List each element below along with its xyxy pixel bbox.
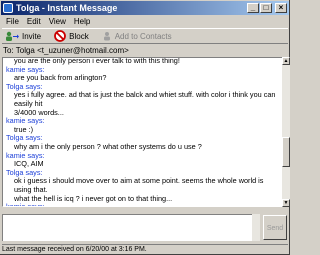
messenger-icon — [3, 3, 13, 13]
message-sender: kamie says: — [6, 202, 45, 207]
scroll-up-button[interactable]: ▲ — [282, 57, 290, 65]
message-text: true :) — [14, 124, 34, 134]
menu-edit[interactable]: Edit — [23, 16, 45, 27]
menu-bar: File Edit View Help — [2, 16, 94, 27]
status-bar: Last message received on 6/20/00 at 3:16… — [2, 244, 288, 254]
invite-icon — [6, 31, 19, 41]
message-text: ICQ, AIM — [14, 159, 44, 169]
conversation-scrollbar[interactable]: ▲ ▼ — [282, 57, 290, 207]
send-button[interactable]: Send — [263, 215, 287, 240]
input-scrollbar[interactable] — [252, 214, 260, 241]
maximize-button[interactable]: □ — [260, 3, 272, 13]
message-text: 3/4000 words... — [14, 107, 64, 117]
message-sender: kamie says: — [6, 150, 45, 160]
menu-view[interactable]: View — [45, 16, 70, 27]
block-button[interactable]: Block — [54, 30, 89, 42]
add-contacts-label: Add to Contacts — [114, 31, 172, 41]
add-contact-icon — [103, 32, 110, 41]
menu-help[interactable]: Help — [70, 16, 94, 27]
message-text: are you back from arlington? — [14, 73, 107, 83]
invite-button[interactable]: Invite — [5, 31, 41, 42]
message-text: yes i fully agree. ad that is just the b… — [14, 90, 276, 108]
window-title: Tolga - Instant Message — [16, 3, 118, 13]
block-icon — [54, 30, 67, 42]
close-button[interactable]: × — [275, 3, 287, 13]
scroll-thumb[interactable] — [282, 137, 290, 167]
title-bar[interactable]: Tolga - Instant Message _ □ × — [1, 1, 289, 15]
message-list: you are the only person i ever talk to w… — [6, 57, 280, 207]
message-sender: kamie says: — [6, 116, 45, 126]
toolbar: Invite Block Add to Contacts — [2, 28, 288, 44]
scroll-down-button[interactable]: ▼ — [282, 199, 290, 207]
message-text: you are the only person i ever talk to w… — [14, 57, 180, 65]
recipient-line: To: Tolga <t_uzuner@hotmail.com> — [3, 46, 129, 55]
message-text: ok i guess i should move over to aim at … — [14, 176, 264, 194]
im-window: Tolga - Instant Message _ □ × File Edit … — [0, 0, 290, 255]
invite-label: Invite — [22, 31, 42, 41]
add-to-contacts-button[interactable]: Add to Contacts — [102, 31, 172, 41]
message-text: what the hell is icq ? i never got on to… — [14, 193, 173, 203]
menu-file[interactable]: File — [2, 16, 23, 27]
block-label: Block — [69, 31, 89, 41]
message-text: why am i the only person ? what other sy… — [14, 141, 202, 151]
conversation-pane[interactable]: you are the only person i ever talk to w… — [2, 57, 282, 207]
message-input[interactable] — [2, 214, 260, 241]
minimize-button[interactable]: _ — [247, 3, 259, 13]
